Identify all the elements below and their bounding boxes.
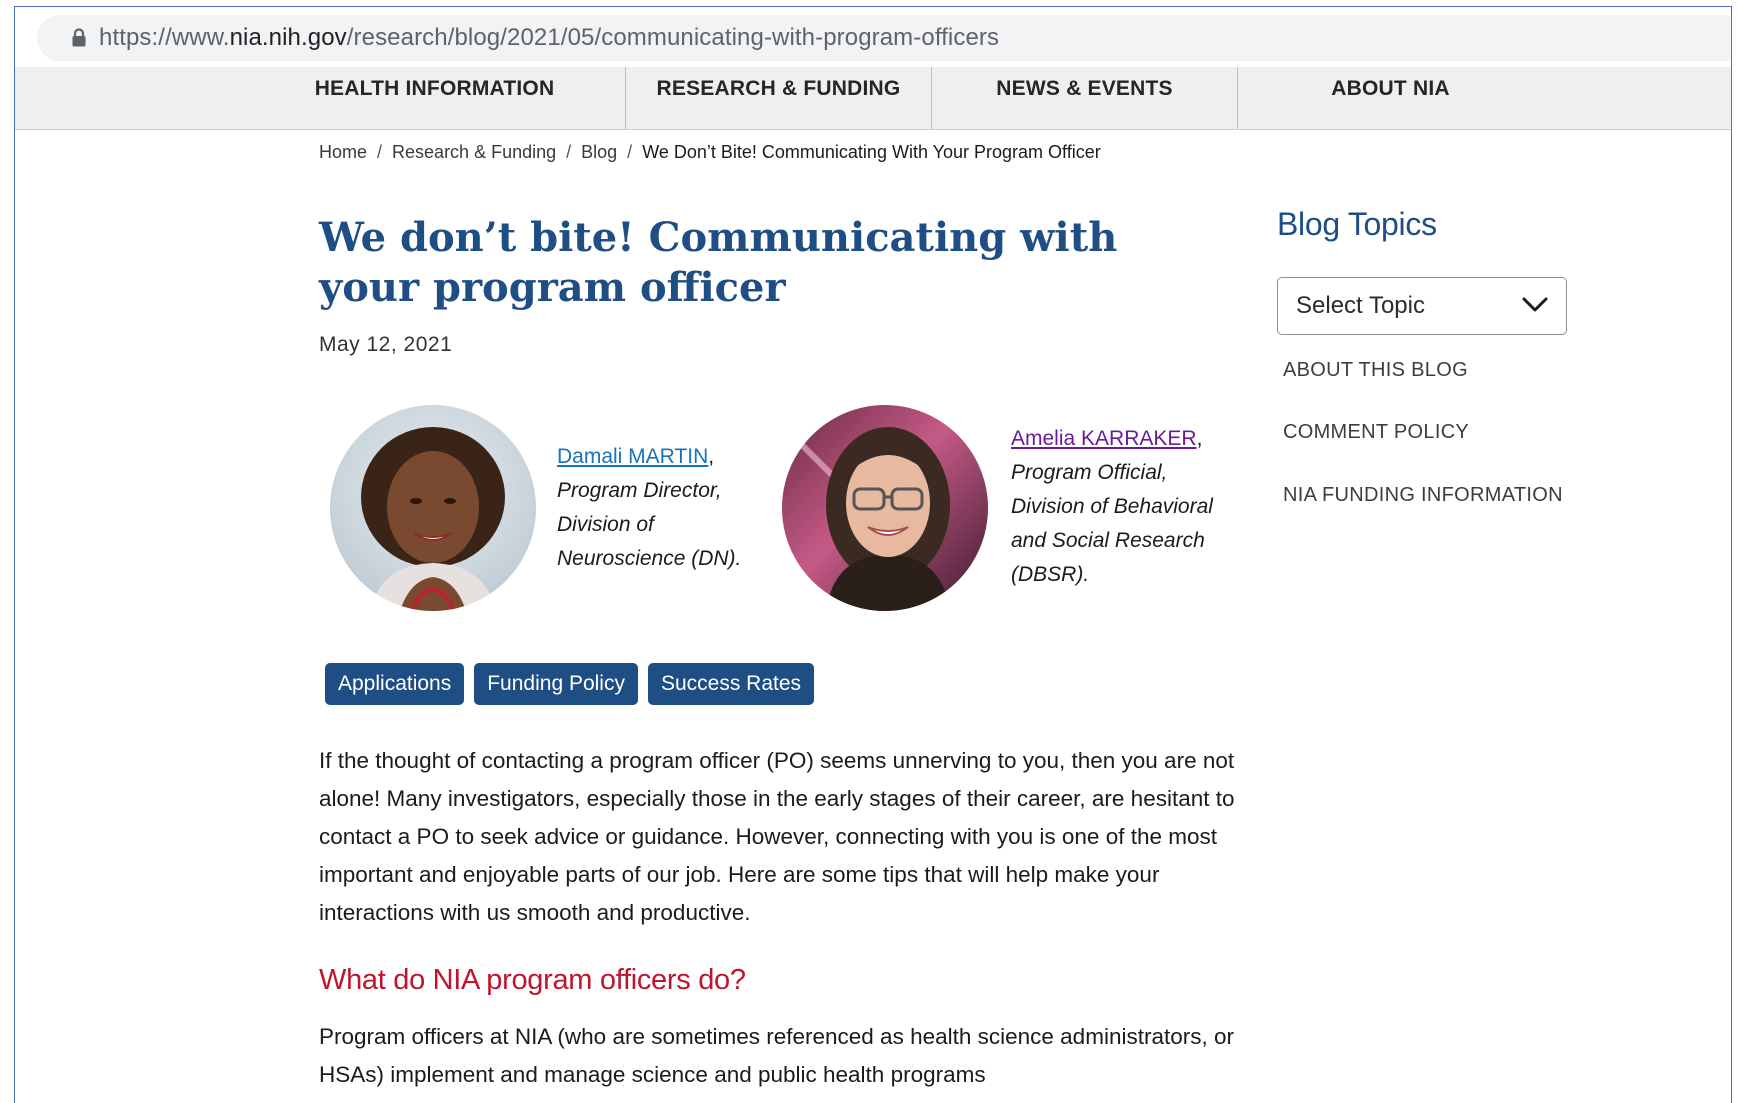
- url-path: /research/blog/2021/05/communicating-wit…: [346, 24, 1000, 51]
- address-bar[interactable]: https://www.nia.nih.gov/research/blog/20…: [37, 15, 1731, 61]
- breadcrumb-current: We Don’t Bite! Communicating With Your P…: [642, 142, 1101, 162]
- breadcrumb-separator: /: [627, 142, 633, 162]
- url-prefix: https://www.: [99, 24, 230, 51]
- lock-icon[interactable]: [59, 28, 99, 48]
- breadcrumb-separator: /: [566, 142, 572, 162]
- sidebar-link-nia-funding-information[interactable]: NIA FUNDING INFORMATION: [1283, 484, 1563, 507]
- tag-list: Applications Funding Policy Success Rate…: [325, 663, 815, 705]
- author-role-line: (DBSR).: [1011, 563, 1090, 586]
- nav-item-research-funding[interactable]: RESEARCH & FUNDING: [626, 67, 931, 129]
- intro-paragraph: If the thought of contacting a program o…: [319, 748, 1235, 925]
- author-info-damali-martin: Damali MARTIN, Program Director, Divisio…: [557, 440, 741, 576]
- sidebar-title: Blog Topics: [1277, 206, 1437, 242]
- tag-funding-policy[interactable]: Funding Policy: [474, 663, 638, 705]
- topic-select-label: Select Topic: [1296, 292, 1425, 319]
- post-date: May 12, 2021: [319, 333, 453, 356]
- breadcrumb-separator: /: [377, 142, 383, 162]
- author-role-line: Program Director,: [557, 479, 722, 502]
- url-text[interactable]: https://www.nia.nih.gov/research/blog/20…: [99, 24, 999, 52]
- breadcrumb-blog[interactable]: Blog: [581, 142, 617, 162]
- nav-item-news-events[interactable]: NEWS & EVENTS: [932, 67, 1237, 129]
- chevron-down-icon: [1522, 292, 1548, 320]
- breadcrumb-home[interactable]: Home: [319, 142, 367, 162]
- browser-window: https://www.nia.nih.gov/research/blog/20…: [14, 6, 1732, 1103]
- main-nav: HEALTH INFORMATION RESEARCH & FUNDING NE…: [15, 67, 1731, 130]
- sidebar-link-about-this-blog[interactable]: ABOUT THIS BLOG: [1283, 359, 1468, 382]
- author-link-amelia-karraker[interactable]: Amelia KARRAKER: [1011, 427, 1197, 450]
- author-info-amelia-karraker: Amelia KARRAKER, Program Official, Divis…: [1011, 422, 1213, 592]
- tag-applications[interactable]: Applications: [325, 663, 465, 705]
- author-photo-damali-martin: [330, 405, 536, 611]
- breadcrumb: Home / Research & Funding / Blog / We Don’t Bi…: [319, 142, 1101, 163]
- author-role-line: Neuroscience (DN).: [557, 547, 742, 570]
- tag-success-rates[interactable]: Success Rates: [647, 663, 815, 705]
- breadcrumb-research-funding[interactable]: Research & Funding: [392, 142, 556, 162]
- nav-item-health-information[interactable]: HEALTH INFORMATION: [298, 67, 571, 129]
- author-link-damali-martin[interactable]: Damali MARTIN: [557, 445, 708, 468]
- author-role-line: Program Official,: [1011, 461, 1168, 484]
- page-title: We don’t bite! Communicating with your p…: [319, 214, 1118, 311]
- author-photo-amelia-karraker: [782, 405, 988, 611]
- topic-select[interactable]: Select Topic: [1277, 277, 1567, 335]
- body-paragraph: Program officers at NIA (who are sometim…: [319, 1024, 1234, 1087]
- sidebar-link-comment-policy[interactable]: COMMENT POLICY: [1283, 421, 1469, 444]
- author-name-suffix: ,: [1196, 427, 1203, 450]
- author-name-suffix: ,: [708, 445, 715, 468]
- url-host: nia.nih.gov: [229, 24, 347, 51]
- author-role-line: Division of: [557, 513, 654, 536]
- author-role-line: Division of Behavioral: [1011, 495, 1213, 518]
- section-heading: What do NIA program officers do?: [319, 964, 746, 996]
- author-role-line: and Social Research: [1011, 529, 1205, 552]
- nav-item-about-nia[interactable]: ABOUT NIA: [1238, 67, 1543, 129]
